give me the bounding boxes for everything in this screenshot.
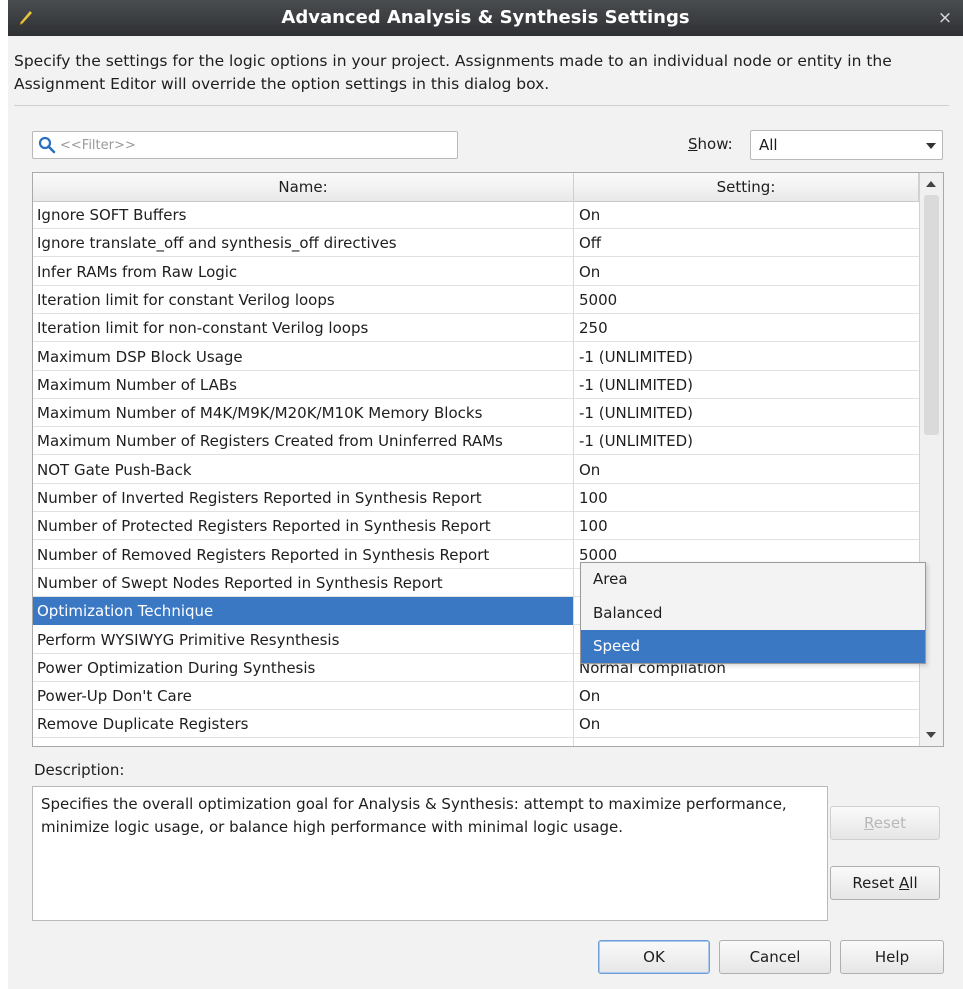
table-row[interactable]: Maximum Number of M4K/M9K/M20K/M10K Memo… [33, 399, 919, 428]
setting-name-cell: Maximum Number of M4K/M9K/M20K/M10K Memo… [37, 404, 483, 423]
table-row[interactable]: Maximum Number of Registers Created from… [33, 427, 919, 456]
reset-all-button[interactable]: Reset All [830, 866, 940, 900]
setting-value-cell[interactable]: -1 (UNLIMITED) [579, 399, 915, 427]
help-button[interactable]: Help [840, 940, 944, 974]
table-row[interactable]: Number of Inverted Registers Reported in… [33, 484, 919, 512]
setting-name-cell: Power Optimization During Synthesis [37, 658, 316, 677]
show-select[interactable]: All [750, 130, 943, 160]
quartus-app-icon [20, 11, 32, 25]
table-row[interactable]: Iteration limit for constant Verilog loo… [33, 286, 919, 314]
setting-value-cell[interactable]: 250 [579, 314, 915, 342]
setting-value-cell[interactable]: -1 (UNLIMITED) [579, 427, 915, 455]
setting-name-cell: Maximum DSP Block Usage [37, 347, 243, 366]
setting-name-cell: Power-Up Don't Care [37, 687, 192, 706]
scroll-thumb[interactable] [924, 195, 939, 435]
setting-name-cell: Infer RAMs from Raw Logic [37, 262, 238, 281]
description-label: Description: [34, 761, 125, 779]
setting-name-cell: Iteration limit for constant Verilog loo… [37, 290, 335, 309]
setting-name-cell: Perform WYSIWYG Primitive Resynthesis [37, 630, 340, 649]
setting-value-cell[interactable]: On [579, 201, 915, 229]
table-row[interactable]: Ignore SOFT Buffers On [33, 201, 919, 229]
setting-name-cell: Ignore SOFT Buffers [37, 206, 187, 224]
table-row[interactable]: Remove Duplicate Registers On [33, 710, 919, 739]
description-text: Specifies the overall optimization goal … [32, 786, 828, 921]
optimization-dropdown-list: Area Balanced Speed [580, 562, 926, 664]
setting-value-cell[interactable]: -1 (UNLIMITED) [579, 343, 915, 371]
setting-value-cell[interactable]: On [579, 682, 915, 710]
chevron-down-icon [926, 143, 936, 149]
column-header-setting[interactable]: Setting: [574, 173, 919, 201]
table-row[interactable]: Maximum DSP Block Usage -1 (UNLIMITED) [33, 343, 919, 371]
show-label: Show: [688, 135, 733, 153]
setting-name-cell: Optimization Technique [37, 602, 214, 621]
dialog-title: Advanced Analysis & Synthesis Settings [281, 7, 690, 28]
setting-name-cell: Ignore translate_off and synthesis_off d… [37, 234, 397, 253]
table-row[interactable]: Infer RAMs from Raw Logic On [33, 258, 919, 286]
setting-name-cell: Number of Protected Registers Reported i… [37, 517, 491, 536]
reset-button[interactable]: Reset [830, 806, 940, 840]
setting-name-cell: NOT Gate Push-Back [37, 460, 192, 479]
setting-value-cell[interactable]: -1 (UNLIMITED) [579, 371, 915, 399]
ok-button[interactable]: OK [598, 940, 710, 974]
table-row[interactable]: Number of Protected Registers Reported i… [33, 512, 919, 541]
setting-name-cell: Remove Duplicate Registers [37, 715, 249, 734]
setting-value-cell[interactable]: On [579, 456, 915, 484]
setting-value-cell[interactable]: 100 [579, 484, 915, 512]
scroll-up-icon[interactable] [926, 181, 936, 187]
close-icon[interactable]: × [933, 0, 957, 36]
table-row[interactable]: Ignore translate_off and synthesis_off d… [33, 229, 919, 258]
intro-text: Specify the settings for the logic optio… [14, 52, 892, 93]
column-divider [573, 201, 574, 746]
filter-field[interactable] [32, 131, 458, 159]
show-select-value: All [759, 136, 778, 154]
table-row[interactable]: Iteration limit for non-constant Verilog… [33, 314, 919, 343]
cancel-button[interactable]: Cancel [719, 940, 831, 974]
settings-dialog: Advanced Analysis & Synthesis Settings ×… [8, 0, 963, 989]
setting-name-cell: Maximum Number of Registers Created from… [37, 432, 503, 451]
column-header-name[interactable]: Name: [33, 173, 574, 201]
table-row[interactable]: Maximum Number of LABs -1 (UNLIMITED) [33, 371, 919, 399]
setting-value-cell[interactable]: On [579, 710, 915, 738]
setting-name-cell: Iteration limit for non-constant Verilog… [37, 319, 369, 338]
filter-input[interactable] [60, 134, 450, 156]
table-row[interactable]: Power-Up Don't Care On [33, 682, 919, 711]
setting-value-cell[interactable]: 100 [579, 512, 915, 540]
dropdown-option-balanced[interactable]: Balanced [581, 597, 925, 630]
separator [14, 105, 949, 106]
search-icon [38, 136, 56, 154]
setting-name-cell: Number of Removed Registers Reported in … [37, 545, 490, 564]
setting-value-cell[interactable]: Off [579, 229, 915, 257]
setting-name-cell: Number of Swept Nodes Reported in Synthe… [37, 573, 443, 592]
setting-value-cell[interactable]: 5000 [579, 286, 915, 314]
setting-value-cell[interactable]: On [579, 258, 915, 286]
setting-name-cell: Number of Inverted Registers Reported in… [37, 489, 482, 507]
scroll-down-icon[interactable] [926, 732, 936, 738]
table-row[interactable]: NOT Gate Push-Back On [33, 456, 919, 484]
title-bar[interactable]: Advanced Analysis & Synthesis Settings × [8, 0, 963, 36]
table-header: Name: Setting: [33, 173, 919, 202]
dropdown-option-area[interactable]: Area [581, 563, 925, 596]
setting-name-cell: Maximum Number of LABs [37, 375, 237, 394]
dropdown-option-speed[interactable]: Speed [581, 630, 925, 663]
